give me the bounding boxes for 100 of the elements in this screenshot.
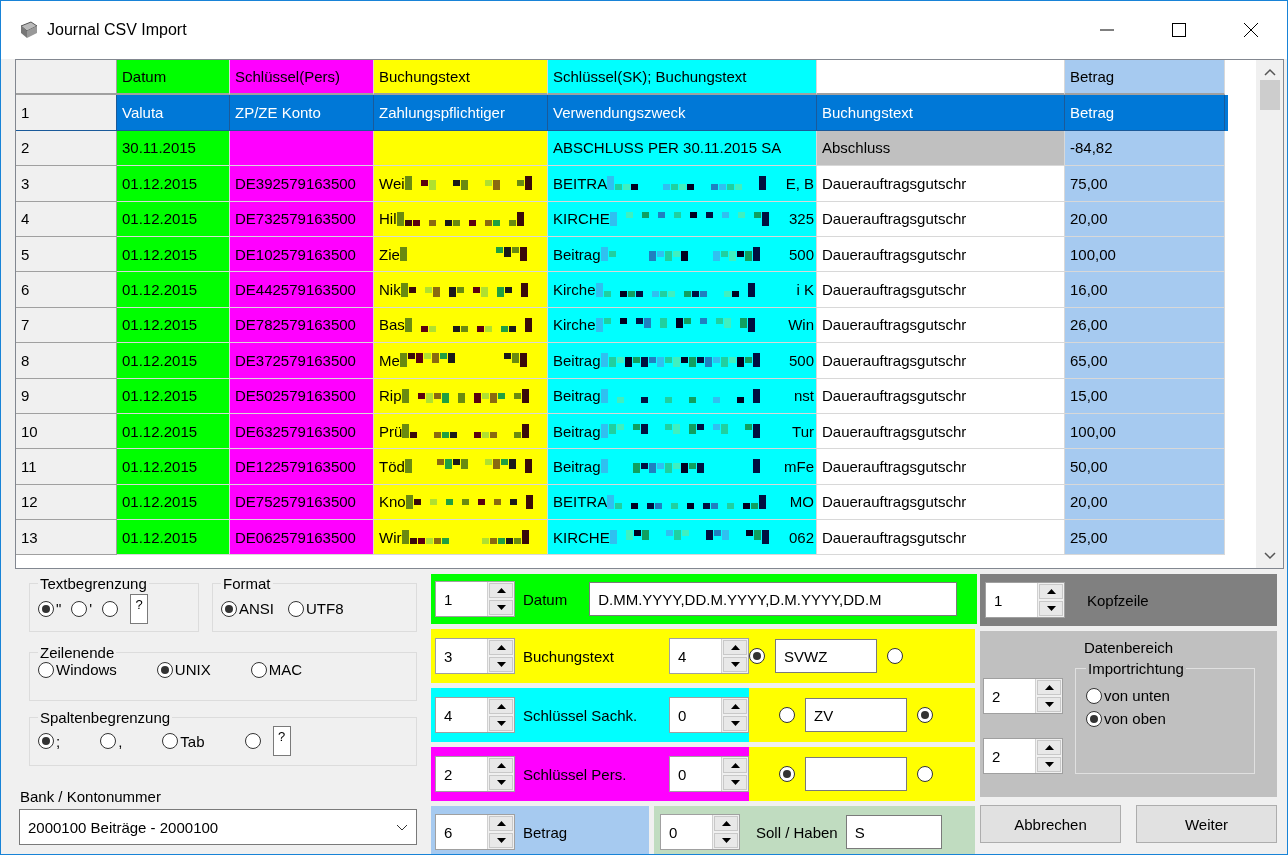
number-spinner[interactable]: 2	[435, 756, 515, 792]
radio-button[interactable]	[917, 707, 933, 723]
table-row[interactable]: 3 01.12.2015 DE392579163500 Wei BEITRA E, B Dauerauftragsgutschr 75,00	[16, 166, 1228, 202]
number-spinner[interactable]: 2	[983, 678, 1063, 714]
code-field[interactable]: SVWZ	[775, 639, 877, 673]
spin-down-button[interactable]	[723, 775, 747, 790]
spin-up-button[interactable]	[714, 816, 738, 831]
column-header[interactable]: Betrag	[1065, 60, 1225, 96]
account-dropdown[interactable]: 2000100 Beiträge - 2000100	[19, 809, 417, 845]
number-spinner[interactable]: 0	[669, 697, 749, 733]
number-spinner[interactable]: 6	[435, 814, 515, 850]
radio-button[interactable]	[244, 733, 261, 749]
up-triangle-icon	[496, 588, 506, 593]
spin-down-button[interactable]	[489, 657, 513, 672]
table-row[interactable]: 7 01.12.2015 DE782579163500 Bas Kirche Win Dauerauftragsgutschr 26,00	[16, 307, 1228, 344]
radio-button[interactable]	[156, 661, 173, 678]
number-spinner[interactable]: 2	[983, 738, 1063, 774]
column-header[interactable]: Schlüssel(SK); Buchungstext	[548, 60, 817, 96]
column-header[interactable]: Buchungstext	[374, 60, 548, 96]
radio-label: Tab	[180, 732, 205, 750]
number-spinner[interactable]: 0	[660, 814, 740, 850]
radio-label: UTF8	[306, 600, 344, 617]
spin-down-button[interactable]	[1037, 757, 1061, 772]
column-header[interactable]: Datum	[117, 60, 230, 96]
spin-up-button[interactable]	[489, 583, 513, 598]
table-row[interactable]: 9 01.12.2015 DE502579163500 Rip Beitrag nst Dauerauftragsgutschr 15,00	[16, 378, 1228, 414]
spin-up-button[interactable]	[1037, 740, 1061, 755]
table-row[interactable]: 1 Valuta ZP/ZE Konto Zahlungspflichtiger Verwendungszweck Buchungstext Betrag	[16, 95, 1228, 131]
radio-button[interactable]	[102, 600, 119, 617]
column-header[interactable]	[817, 60, 1065, 96]
radio-button[interactable]	[1086, 687, 1102, 704]
spin-down-button[interactable]	[723, 716, 747, 731]
table-row[interactable]: 13 01.12.2015 DE062579163500 Wir KIRCHE 062 Dauerauftragsgutschr 25,00	[16, 520, 1228, 556]
radio-button[interactable]	[917, 766, 933, 782]
radio-button[interactable]	[288, 600, 304, 617]
table-row[interactable]: 2 30.11.2015 ABSCHLUSS PER 30.11.2015 SA Abschluss -84,82	[16, 130, 1228, 167]
number-spinner[interactable]: 4	[669, 638, 749, 674]
spin-down-button[interactable]	[1037, 697, 1061, 712]
radio-button[interactable]	[1086, 710, 1102, 727]
radio-button[interactable]	[100, 733, 117, 749]
cell-text: DE392579163500	[235, 174, 356, 192]
spin-up-button[interactable]	[489, 640, 513, 655]
radio-button[interactable]	[162, 733, 179, 749]
spin-down-button[interactable]	[723, 657, 747, 672]
radio-button[interactable]	[38, 600, 54, 617]
spin-down-button[interactable]	[714, 833, 738, 848]
date-format-field[interactable]: D.MM.YYYY,DD.M.YYYY,D.M.YYYY,DD.M	[589, 582, 958, 616]
spin-up-button[interactable]	[723, 640, 747, 655]
cell-text: ABSCHLUSS PER 30.11.2015 SA	[553, 139, 782, 157]
row-number: 4	[16, 201, 117, 237]
spin-up-button[interactable]	[489, 758, 513, 773]
table-row[interactable]: 6 01.12.2015 DE442579163500 Nik Kirche i K Dauerauftragsgutschr 16,00	[16, 272, 1228, 308]
number-spinner[interactable]: 3	[435, 638, 515, 674]
table-row[interactable]: 12 01.12.2015 DE752579163500 Kno BEITRA MO Dauerauftragsgutschr 20,00	[16, 484, 1228, 521]
spin-up-button[interactable]	[489, 699, 513, 714]
radio-button[interactable]	[71, 600, 88, 617]
debit-credit-field[interactable]: S	[845, 815, 942, 849]
code-field[interactable]: ZV	[805, 698, 907, 732]
table-row[interactable]: 10 01.12.2015 DE632579163500 Prü Beitrag Tur Dauerauftragsgutschr 100,00	[16, 413, 1228, 450]
radio-button[interactable]	[779, 707, 795, 723]
code-field[interactable]	[805, 757, 907, 791]
scroll-up-icon[interactable]	[1263, 68, 1276, 76]
spin-down-button[interactable]	[489, 833, 513, 848]
scroll-down-icon[interactable]	[1263, 552, 1276, 560]
custom-char-field[interactable]: ?	[130, 593, 149, 624]
cell-text: Kno	[379, 493, 406, 511]
number-spinner[interactable]: 1	[435, 581, 515, 617]
cell-text: 500	[788, 351, 815, 369]
number-spinner[interactable]: 4	[435, 697, 515, 733]
spin-up-button[interactable]	[1039, 584, 1063, 599]
number-spinner[interactable]: 1	[985, 582, 1065, 618]
radio-button[interactable]	[779, 766, 795, 782]
scrollbar[interactable]	[1256, 60, 1283, 568]
table-row[interactable]: 11 01.12.2015 DE122579163500 Töd Beitrag mFe Dauerauftragsgutschr 50,00	[16, 449, 1228, 485]
spin-up-button[interactable]	[723, 758, 747, 773]
up-triangle-icon	[1044, 745, 1054, 750]
table-row[interactable]: 8 01.12.2015 DE372579163500 Me Beitrag 500 Dauerauftragsgutschr 65,00	[16, 343, 1228, 379]
scroll-thumb[interactable]	[1259, 80, 1280, 110]
spin-up-button[interactable]	[1037, 680, 1061, 695]
radio-button[interactable]	[221, 600, 237, 617]
radio-button[interactable]	[887, 648, 903, 664]
number-spinner[interactable]: 0	[669, 756, 749, 792]
radio-button[interactable]	[749, 648, 765, 664]
spin-down-button[interactable]	[489, 716, 513, 731]
spin-down-button[interactable]	[489, 600, 513, 615]
dialog-button[interactable]: Abbrechen	[980, 805, 1121, 843]
spin-up-button[interactable]	[723, 699, 747, 714]
spin-up-button[interactable]	[489, 816, 513, 831]
column-header[interactable]: Schlüssel(Pers)	[230, 60, 374, 96]
custom-char-field[interactable]: ?	[272, 726, 291, 756]
radio-button[interactable]	[38, 661, 54, 678]
spin-down-button[interactable]	[1039, 601, 1063, 616]
cell-text: Beitrag	[553, 387, 601, 405]
radio-button[interactable]	[250, 661, 267, 678]
spin-down-button[interactable]	[489, 775, 513, 790]
table-row[interactable]: 4 01.12.2015 DE732579163500 Hil KIRCHE 325 Dauerauftragsgutschr 20,00	[16, 201, 1228, 237]
radio-button[interactable]	[38, 733, 54, 749]
caret-icon	[396, 823, 408, 831]
dialog-button[interactable]: Weiter	[1136, 805, 1277, 843]
table-row[interactable]: 5 01.12.2015 DE102579163500 Zie Beitrag 500 Dauerauftragsgutschr 100,00	[16, 236, 1228, 273]
